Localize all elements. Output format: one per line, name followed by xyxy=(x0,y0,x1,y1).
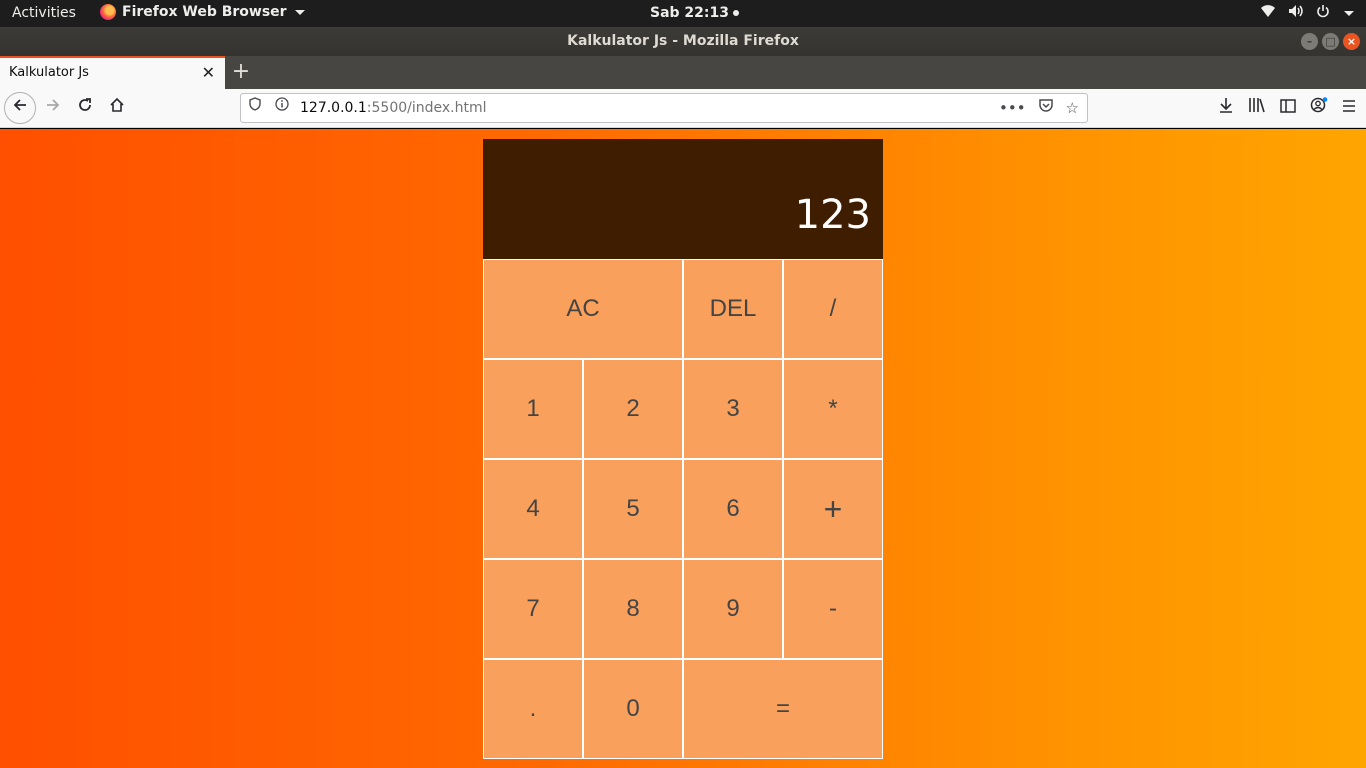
chevron-down-icon xyxy=(294,9,305,15)
home-icon xyxy=(110,97,124,112)
previous-operand xyxy=(483,171,871,191)
digit-0-button[interactable]: 0 xyxy=(583,659,683,759)
app-menu-label: Firefox Web Browser xyxy=(122,4,287,20)
pocket-icon[interactable] xyxy=(1038,94,1054,122)
digit-8-button[interactable]: 8 xyxy=(583,559,683,659)
firefox-icon xyxy=(100,4,116,20)
window-title: Kalkulator Js - Mozilla Firefox xyxy=(567,33,799,49)
system-tray[interactable] xyxy=(1260,4,1354,22)
power-icon xyxy=(1316,4,1330,22)
digit-6-button[interactable]: 6 xyxy=(683,459,783,559)
equals-button[interactable]: = xyxy=(683,659,883,759)
digit-1-button[interactable]: 1 xyxy=(483,359,583,459)
tracking-protection-icon[interactable] xyxy=(249,94,261,122)
digit-4-button[interactable]: 4 xyxy=(483,459,583,559)
url-actions: ••• ☆ xyxy=(999,94,1079,122)
tab-strip: Kalkulator Js ✕ + xyxy=(0,56,1366,89)
new-tab-button[interactable]: + xyxy=(230,58,252,86)
plus-button[interactable]: + xyxy=(783,459,883,559)
back-button[interactable] xyxy=(4,92,36,124)
library-icon[interactable] xyxy=(1248,93,1266,123)
minus-button[interactable]: - xyxy=(783,559,883,659)
digit-7-button[interactable]: 7 xyxy=(483,559,583,659)
window-controls: – □ × xyxy=(1301,33,1360,50)
arrow-right-icon xyxy=(47,99,60,111)
reload-button[interactable] xyxy=(70,93,100,123)
home-button[interactable] xyxy=(102,93,132,123)
calculator-display: 123 xyxy=(483,139,883,259)
url-text[interactable]: 127.0.0.1:5500/index.html xyxy=(300,94,487,122)
digit-9-button[interactable]: 9 xyxy=(683,559,783,659)
downloads-icon[interactable] xyxy=(1218,93,1234,123)
wifi-icon xyxy=(1260,4,1276,22)
notification-dot-icon xyxy=(733,10,739,16)
close-window-button[interactable]: × xyxy=(1343,33,1360,50)
url-host: 127.0.0.1 xyxy=(300,100,367,116)
app-menu[interactable]: Firefox Web Browser xyxy=(100,4,305,20)
digit-2-button[interactable]: 2 xyxy=(583,359,683,459)
url-bar[interactable]: 127.0.0.1:5500/index.html ••• ☆ xyxy=(240,93,1088,123)
all-clear-button[interactable]: AC xyxy=(483,259,683,359)
system-top-bar: Activities Firefox Web Browser Sab 22:13 xyxy=(0,0,1366,27)
forward-button[interactable] xyxy=(38,93,68,123)
toolbar-right xyxy=(1218,93,1356,123)
window-titlebar: Kalkulator Js - Mozilla Firefox – □ × xyxy=(0,27,1366,56)
minimize-button[interactable]: – xyxy=(1301,33,1318,50)
digit-3-button[interactable]: 3 xyxy=(683,359,783,459)
hamburger-menu-icon[interactable] xyxy=(1342,93,1356,123)
close-tab-icon[interactable]: ✕ xyxy=(202,58,215,87)
tab-title: Kalkulator Js xyxy=(9,65,89,80)
multiply-button[interactable]: * xyxy=(783,359,883,459)
url-path: :5500/index.html xyxy=(366,100,487,116)
delete-button[interactable]: DEL xyxy=(683,259,783,359)
maximize-button[interactable]: □ xyxy=(1322,33,1339,50)
volume-icon xyxy=(1288,4,1304,22)
page-actions-icon[interactable]: ••• xyxy=(999,94,1026,122)
digit-5-button[interactable]: 5 xyxy=(583,459,683,559)
tab-kalkulator[interactable]: Kalkulator Js ✕ xyxy=(0,56,225,89)
account-icon[interactable] xyxy=(1310,93,1328,123)
navigation-toolbar: 127.0.0.1:5500/index.html ••• ☆ xyxy=(0,89,1366,128)
current-operand: 123 xyxy=(794,192,871,238)
calculator: 123 AC DEL / 1 2 3 * 4 5 6 + 7 8 9 - . 0… xyxy=(483,139,883,759)
clock[interactable]: Sab 22:13 xyxy=(650,5,739,21)
arrow-left-icon xyxy=(13,99,26,111)
activities-button[interactable]: Activities xyxy=(12,5,76,21)
reload-icon xyxy=(79,98,91,111)
site-info-icon[interactable] xyxy=(275,94,289,122)
bookmark-star-icon[interactable]: ☆ xyxy=(1066,94,1079,122)
chevron-down-icon xyxy=(1344,10,1354,16)
page-content: 123 AC DEL / 1 2 3 * 4 5 6 + 7 8 9 - . 0… xyxy=(0,129,1366,768)
divide-button[interactable]: / xyxy=(783,259,883,359)
decimal-point-button[interactable]: . xyxy=(483,659,583,759)
sidebar-icon[interactable] xyxy=(1280,93,1296,123)
clock-label: Sab 22:13 xyxy=(650,5,729,21)
